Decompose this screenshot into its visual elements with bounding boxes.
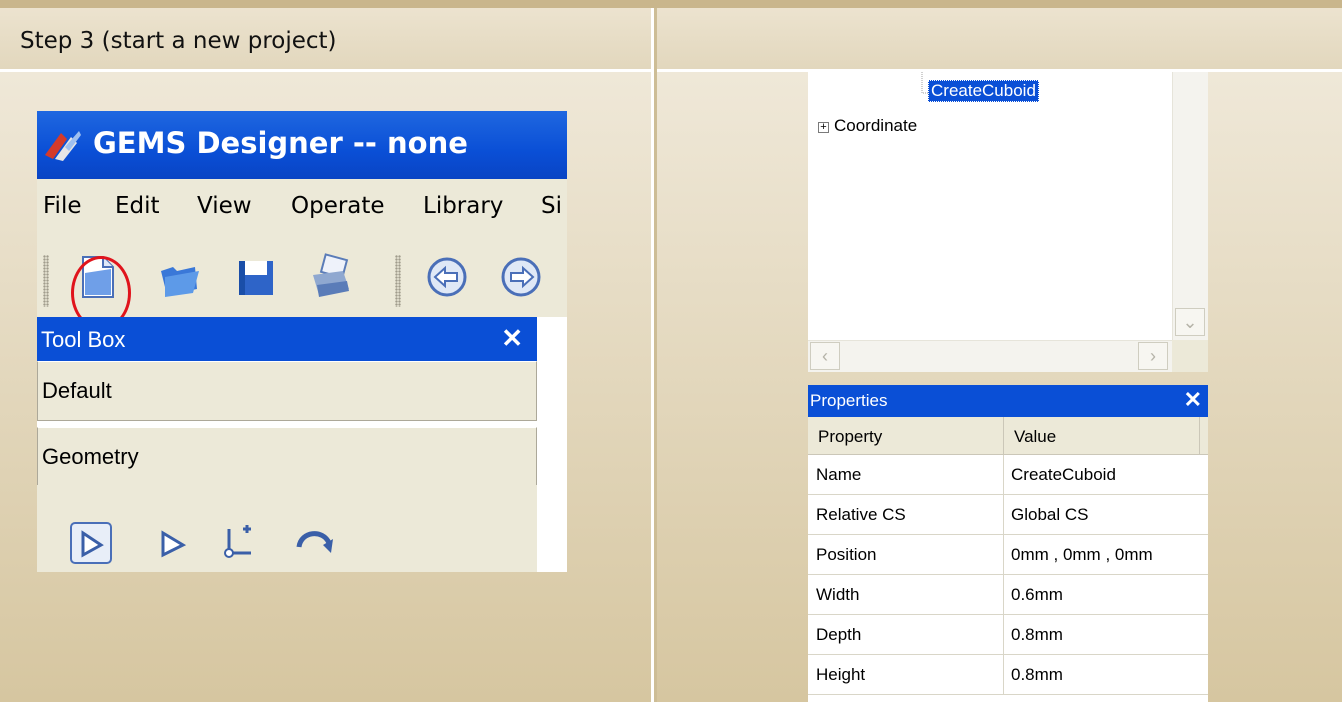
column-divider <box>1003 655 1004 695</box>
property-value[interactable]: 0.6mm <box>1011 585 1063 605</box>
table-row[interactable]: Height 0.8mm <box>808 655 1208 695</box>
menu-edit[interactable]: Edit <box>115 193 160 219</box>
column-header-property[interactable]: Property <box>808 417 1004 455</box>
forward-icon[interactable] <box>499 253 543 301</box>
vertical-scrollbar[interactable]: ⌄ <box>1172 72 1208 340</box>
project-tree-panel: CreateCuboid + Coordinate ⌄ ‹ › <box>808 72 1208 372</box>
menubar: File Edit View Operate Library Si <box>37 179 567 241</box>
right-header-cell <box>657 8 1342 72</box>
table-row[interactable]: Position 0mm , 0mm , 0mm <box>808 535 1208 575</box>
property-value[interactable]: CreateCuboid <box>1011 465 1116 485</box>
tree-node-createcuboid[interactable]: CreateCuboid <box>928 80 1039 102</box>
table-row[interactable]: Name CreateCuboid <box>808 455 1208 495</box>
property-name: Relative CS <box>816 505 906 524</box>
property-value[interactable]: Global CS <box>1011 505 1088 525</box>
property-name: Position <box>816 545 877 564</box>
property-name: Depth <box>816 625 862 644</box>
table-row[interactable]: Width 0.6mm <box>808 575 1208 615</box>
scroll-corner <box>1172 340 1208 372</box>
gems-designer-screenshot: GEMS Designer -- none File Edit View Ope… <box>37 111 567 572</box>
table-row[interactable]: Relative CS Global CS <box>808 495 1208 535</box>
print-icon[interactable] <box>309 253 353 301</box>
chevron-right-icon[interactable]: › <box>1138 342 1168 370</box>
properties-column-header: Property Value <box>808 417 1208 455</box>
properties-title: Properties <box>810 391 888 410</box>
open-folder-icon[interactable] <box>157 253 201 301</box>
properties-table: Property Value Name CreateCuboid Relativ… <box>808 417 1208 702</box>
column-divider <box>1003 615 1004 655</box>
slide-top-strip <box>0 0 1342 8</box>
app-titlebar: GEMS Designer -- none <box>37 111 567 179</box>
toolbar-grip-2[interactable] <box>395 255 401 307</box>
chevron-down-icon[interactable]: ⌄ <box>1175 308 1205 336</box>
app-logo-icon <box>45 131 81 161</box>
chevron-left-icon[interactable]: ‹ <box>810 342 840 370</box>
column-header-value[interactable]: Value <box>1004 417 1200 455</box>
toolbar-grip[interactable] <box>43 255 49 307</box>
toolbox-close-icon[interactable]: ✕ <box>501 323 523 354</box>
table-row[interactable]: Depth 0.8mm <box>808 615 1208 655</box>
pointer-icon[interactable] <box>151 521 195 565</box>
property-name: Width <box>816 585 860 604</box>
toolbox-header: Tool Box ✕ <box>37 317 537 361</box>
column-divider <box>1003 575 1004 615</box>
property-name: Height <box>816 665 866 684</box>
menu-operate[interactable]: Operate <box>291 193 385 219</box>
property-value[interactable]: 0mm , 0mm , 0mm <box>1011 545 1153 565</box>
back-icon[interactable] <box>425 253 469 301</box>
properties-header: Properties ✕ <box>808 385 1208 417</box>
toolbox-section-geometry[interactable]: Geometry <box>37 427 537 487</box>
select-arrow-icon[interactable] <box>69 521 113 565</box>
project-tree-screenshot: CreateCuboid + Coordinate ⌄ ‹ › Properti… <box>808 72 1208 702</box>
toolbox-section-label: Geometry <box>42 444 139 469</box>
property-value[interactable]: 0.8mm <box>1011 665 1063 685</box>
add-point-icon[interactable] <box>217 521 261 565</box>
column-divider <box>1003 455 1004 495</box>
rotate-icon[interactable] <box>293 521 337 565</box>
tree-node-coordinate[interactable]: Coordinate <box>834 116 917 136</box>
horizontal-scrollbar[interactable]: ‹ › <box>808 340 1172 372</box>
save-icon[interactable] <box>233 253 277 301</box>
column-divider <box>1003 495 1004 535</box>
properties-close-icon[interactable]: ✕ <box>1184 387 1202 413</box>
menu-library[interactable]: Library <box>423 193 503 219</box>
column-divider <box>1003 535 1004 575</box>
toolbox-content <box>37 485 537 572</box>
toolbox-section-default[interactable]: Default <box>37 361 537 421</box>
plus-icon[interactable]: + <box>818 122 829 133</box>
toolbox-title: Tool Box <box>41 327 126 352</box>
toolbox-section-label: Default <box>42 378 112 403</box>
app-title: GEMS Designer -- none <box>93 126 468 160</box>
property-value[interactable]: 0.8mm <box>1011 625 1063 645</box>
slide-title: Step 3 (start a new project) <box>20 28 337 54</box>
menu-simulation[interactable]: Si <box>541 193 562 219</box>
property-name: Name <box>816 465 862 484</box>
menu-view[interactable]: View <box>197 193 252 219</box>
menu-file[interactable]: File <box>43 193 82 219</box>
